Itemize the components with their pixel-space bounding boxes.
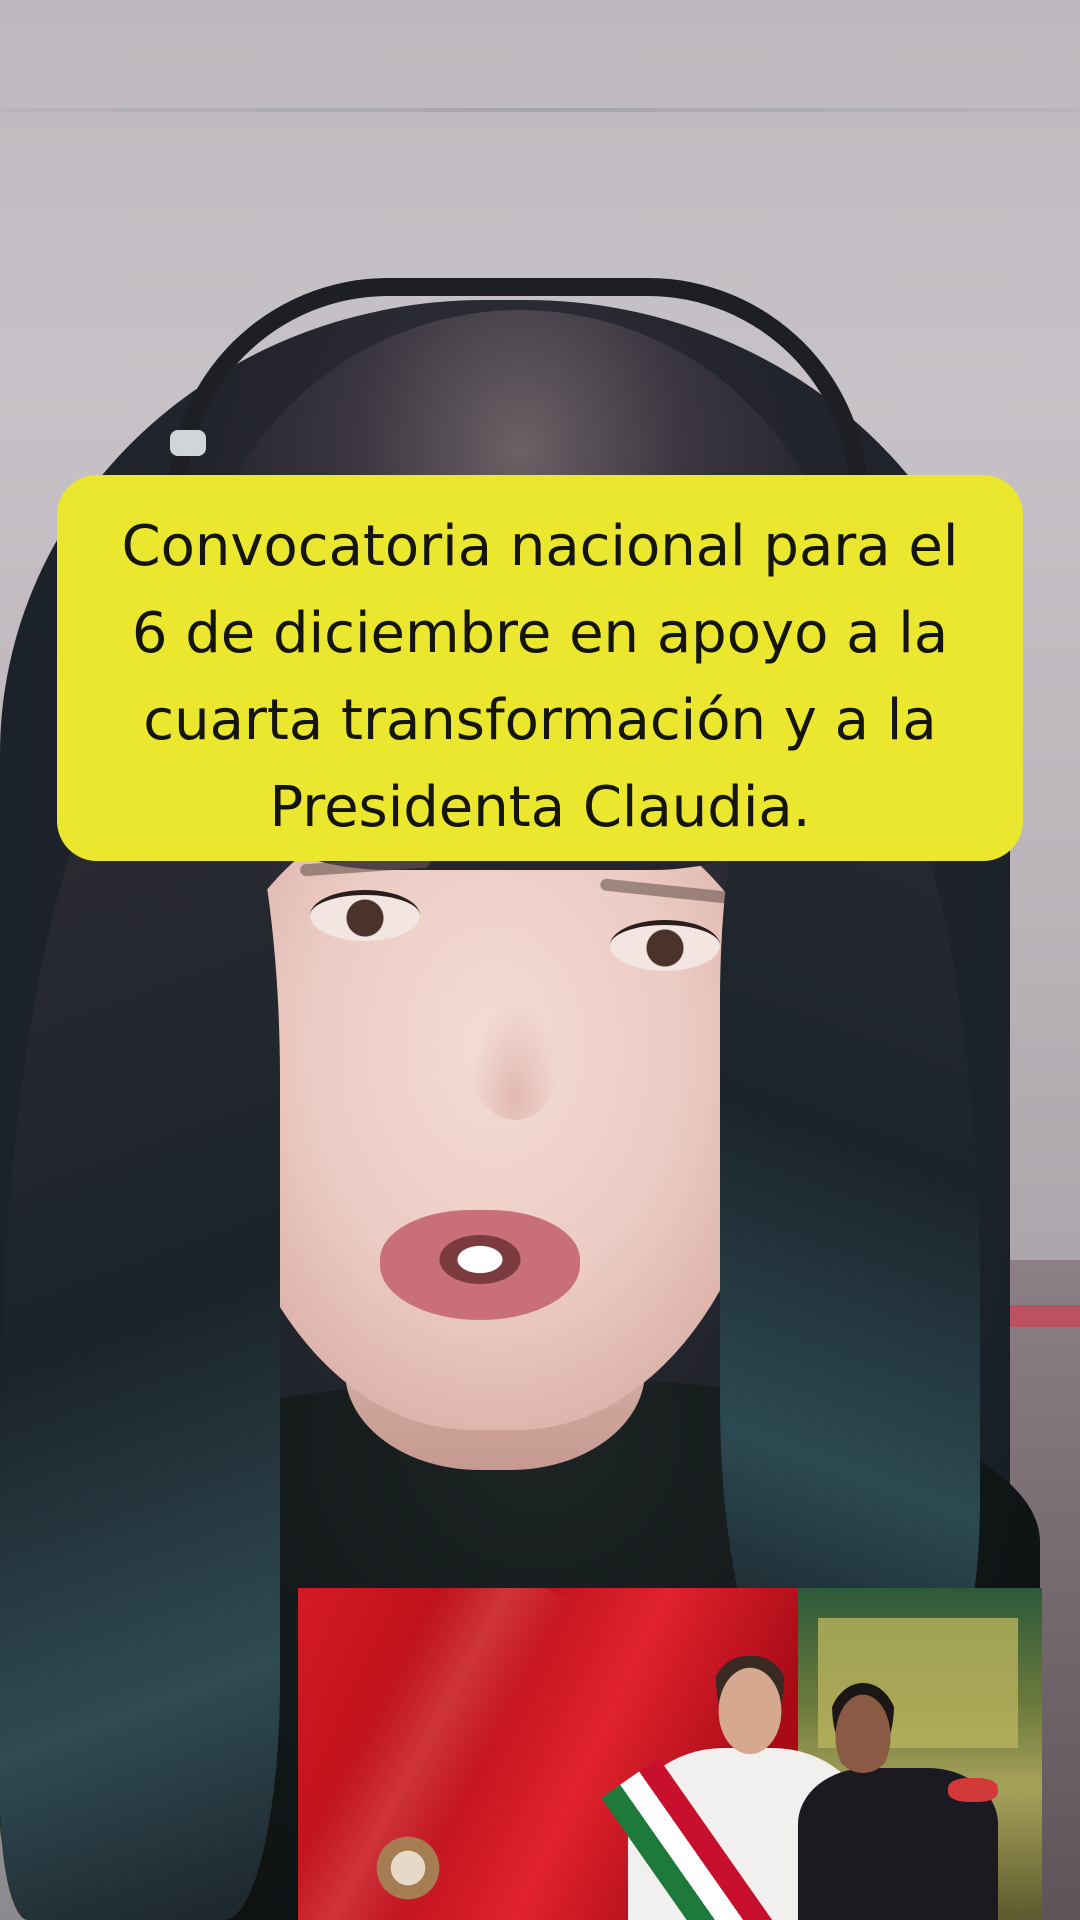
video-frame: Convocatoria nacional para el 6 de dicie… [0,0,1080,1920]
caption-box: Convocatoria nacional para el 6 de dicie… [57,475,1023,861]
nose [470,1000,560,1120]
cadet-epaulet [948,1778,998,1802]
headband-tip [170,430,206,456]
left-eye [310,890,420,941]
inset-woman-head [710,1656,790,1756]
caption-line: Convocatoria nacional para el [121,514,959,579]
caption-line: Presidenta Claudia. [269,775,811,840]
caption-line: cuarta transformación y a la [143,688,937,753]
speaker-headband [168,278,868,498]
inset-photo [298,1588,1042,1920]
ceiling-line [0,108,1080,112]
caption-line: 6 de diciembre en apoyo a la [131,601,949,666]
inset-cadet-head [828,1683,898,1773]
coat-of-arms-icon [368,1828,448,1908]
mouth [380,1210,580,1320]
right-eye [610,920,720,971]
